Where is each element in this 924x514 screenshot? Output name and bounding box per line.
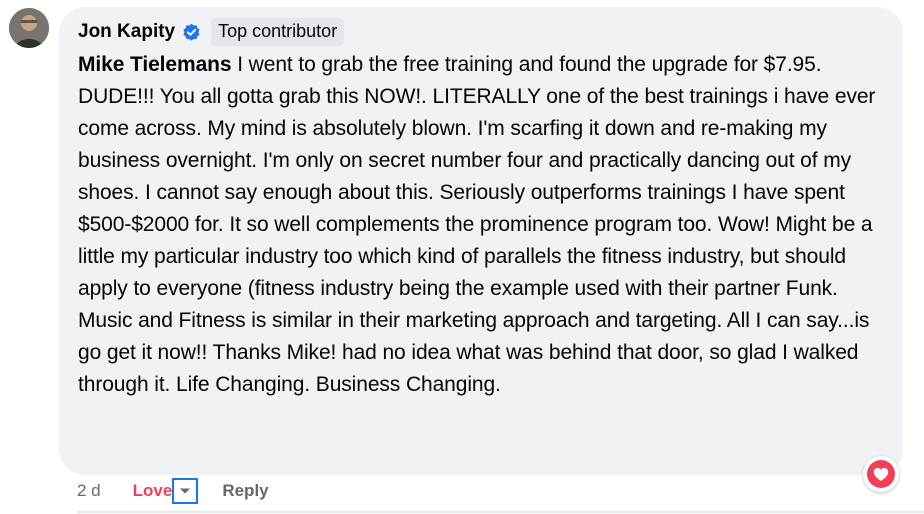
mention-link[interactable]: Mike Tielemans (78, 53, 232, 76)
love-button[interactable]: Love (133, 481, 173, 501)
comment-bubble: Jon Kapity Top contributor Mike Tieleman… (59, 7, 903, 475)
verified-check-icon (182, 23, 201, 42)
comment-body: I went to grab the free training and fou… (78, 53, 876, 396)
reply-button[interactable]: Reply (222, 481, 268, 501)
avatar-image (9, 8, 49, 48)
top-contributor-badge: Top contributor (211, 18, 345, 46)
reaction-dropdown-button[interactable] (172, 478, 199, 504)
chevron-down-icon (180, 488, 191, 494)
comment: Jon Kapity Top contributor Mike Tieleman… (0, 0, 924, 514)
heart-icon (867, 460, 895, 488)
avatar[interactable] (9, 8, 49, 48)
timestamp[interactable]: 2 d (77, 481, 101, 501)
comment-header: Jon Kapity Top contributor (78, 17, 345, 47)
divider (77, 511, 924, 513)
comment-actions: 2 d Love Reply (77, 476, 269, 506)
author-name[interactable]: Jon Kapity (78, 21, 175, 43)
comment-text: Mike Tielemans I went to grab the free t… (78, 49, 893, 401)
reaction-count-badge[interactable] (863, 456, 899, 492)
